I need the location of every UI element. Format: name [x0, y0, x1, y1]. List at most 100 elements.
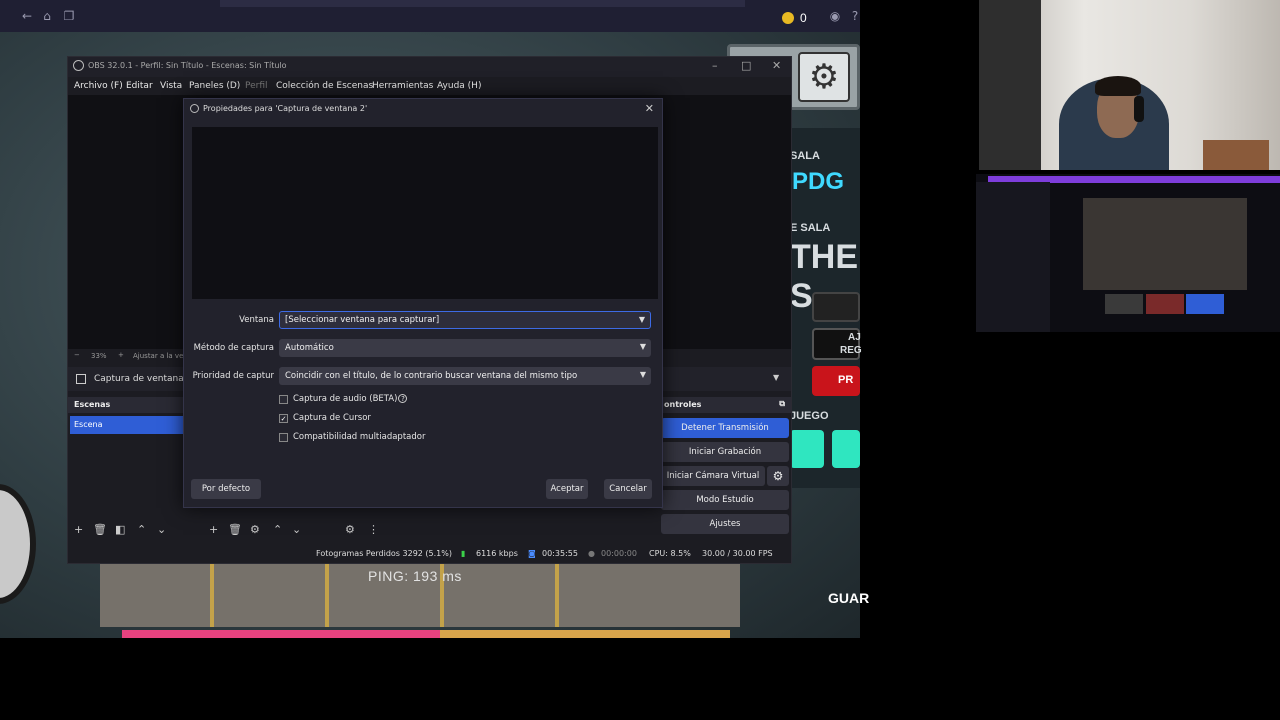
multiadapter-row[interactable]: Compatibilidad multiadaptador [279, 432, 479, 444]
stop-streaming-button[interactable]: Detener Transmisión [661, 418, 789, 438]
side-label: E SALA [790, 222, 831, 234]
capture-preview [192, 127, 658, 299]
stream-time: 00:35:55 [542, 549, 578, 558]
browser-topbar: ← ⌂ ❐ 0 ◉ ? [0, 0, 860, 32]
help-icon[interactable]: ? [398, 394, 408, 403]
menu-paneles[interactable]: Paneles (D) [189, 81, 240, 91]
close-icon[interactable]: ✕ [772, 59, 781, 72]
source-name: Captura de ventana 2 [94, 374, 193, 384]
back-arrow-icon[interactable]: ← [20, 9, 34, 23]
signal-icon: ▮ [461, 549, 466, 558]
webcam-feed [979, 0, 1280, 170]
menu-vista[interactable]: Vista [160, 81, 182, 91]
scene-item[interactable]: Escena [70, 416, 188, 434]
zoom-fit[interactable]: Ajustar a la ve [133, 352, 183, 360]
menu-archivo[interactable]: Archivo (F) [74, 81, 123, 91]
zoom-in-icon[interactable]: + [118, 351, 124, 359]
virtual-camera-gear-icon[interactable]: ⚙ [767, 466, 789, 486]
bottom-tools: + 🗑 ◧ ⌃ ⌄ + 🗑 ⚙ ⌃ ⌄ ⚙ ⋮ [68, 521, 791, 539]
audio-capture-checkbox[interactable] [279, 395, 288, 404]
help-icon[interactable]: ? [848, 9, 862, 23]
source-properties-icon[interactable]: ⚙ [250, 523, 260, 536]
window-capture-icon [76, 374, 86, 384]
source-down-icon[interactable]: ⌄ [292, 523, 301, 536]
capture-priority-select[interactable]: Coincidir con el título, de lo contrario… [279, 367, 651, 385]
add-scene-icon[interactable]: + [74, 523, 83, 536]
maximize-icon[interactable]: □ [741, 59, 751, 72]
obs-logo-icon [73, 60, 84, 71]
audio-settings-icon[interactable]: ⚙ [345, 523, 355, 536]
audio-capture-row[interactable]: Captura de audio (BETA)? [279, 394, 479, 406]
cursor-capture-checkbox[interactable]: ✓ [279, 414, 288, 423]
zoom-level: 33% [91, 352, 107, 360]
move-up-icon[interactable]: ⌃ [137, 523, 146, 536]
private-button[interactable]: PR [812, 366, 860, 396]
menu-perfil[interactable]: Perfil [245, 81, 268, 91]
menu-coleccion[interactable]: Colección de Escenas [276, 81, 373, 91]
record-icon: ● [588, 549, 595, 558]
capture-priority-label: Prioridad de captur [192, 371, 274, 381]
cursor-capture-label: Captura de Cursor [293, 413, 371, 423]
start-recording-button[interactable]: Iniciar Grabación [661, 442, 789, 462]
ping-text: PING: 193 ms [368, 568, 462, 584]
close-icon[interactable]: ✕ [645, 102, 654, 115]
home-icon[interactable]: ⌂ [40, 9, 54, 23]
move-down-icon[interactable]: ⌄ [157, 523, 166, 536]
menu-herramientas[interactable]: Herramientas [372, 81, 433, 91]
menu-editar[interactable]: Editar [126, 81, 153, 91]
dock-icon[interactable]: ⧉ [779, 399, 785, 409]
stream-icon: ◙ [528, 549, 536, 558]
side-label: JUEGO [790, 410, 829, 422]
cursor-capture-row[interactable]: ✓ Captura de Cursor [279, 413, 479, 425]
chevron-down-icon: ▼ [639, 342, 646, 351]
adjust-button[interactable]: AJ REG [812, 328, 862, 360]
capture-method-select[interactable]: Automático ▼ [279, 339, 651, 357]
obs-menubar: Archivo (F) Editar Vista Paneles (D) Per… [68, 77, 791, 95]
address-strip [220, 0, 745, 7]
dialog-title: Propiedades para 'Captura de ventana 2' [203, 104, 368, 113]
camera-icon[interactable] [1105, 294, 1143, 314]
start-virtual-camera-button[interactable]: Iniciar Cámara Virtual [661, 466, 765, 486]
coin-icon [782, 12, 794, 24]
capture-method-label: Método de captura [193, 343, 274, 353]
mini-sidebar [976, 182, 1050, 332]
obs-logo-icon [190, 104, 199, 113]
studio-mode-button[interactable]: Modo Estudio [661, 490, 789, 510]
chevron-down-icon[interactable]: ▼ [773, 373, 779, 382]
more-vertical-icon[interactable]: ⋮ [368, 523, 379, 536]
add-source-icon[interactable]: + [209, 523, 218, 536]
save-label: GUAR [828, 590, 870, 606]
trash-icon[interactable]: 🗑 [93, 523, 107, 536]
filter-icon[interactable]: ◧ [115, 523, 125, 536]
avatar[interactable] [1146, 294, 1184, 314]
fps: 30.00 / 30.00 FPS [702, 549, 773, 558]
zoom-out-icon[interactable]: − [74, 351, 80, 359]
chevron-down-icon: ▼ [639, 370, 646, 379]
room-code: PDG [792, 168, 845, 195]
source-up-icon[interactable]: ⌃ [273, 523, 282, 536]
minimize-icon[interactable]: – [712, 59, 718, 72]
remove-source-icon[interactable]: 🗑 [228, 523, 242, 536]
mini-screen [976, 174, 1280, 332]
audio-wave-icon[interactable] [1186, 294, 1224, 314]
dropped-frames: Fotogramas Perdidos 3292 (5.1%) [316, 549, 452, 558]
gear-icon[interactable]: ⚙ [798, 52, 850, 102]
status-bar: Fotogramas Perdidos 3292 (5.1%) ▮ 6116 k… [68, 545, 791, 563]
menu-ayuda[interactable]: Ayuda (H) [437, 81, 481, 91]
cancel-button[interactable]: Cancelar [604, 479, 652, 499]
audio-capture-label: Captura de audio (BETA) [293, 394, 398, 404]
obs-titlebar: OBS 32.0.1 - Perfil: Sin Título - Escena… [68, 57, 791, 77]
player-button[interactable] [812, 292, 860, 322]
play-button-2[interactable] [832, 430, 860, 468]
scenes-header: Escenas [68, 397, 188, 413]
window-select[interactable]: [Seleccionar ventana para capturar] ▼ [279, 311, 651, 329]
ok-button[interactable]: Aceptar [546, 479, 588, 499]
user-icon[interactable]: ◉ [828, 9, 842, 23]
play-button[interactable] [790, 430, 824, 468]
tabs-icon[interactable]: ❐ [62, 9, 76, 23]
multiadapter-label: Compatibilidad multiadaptador [293, 432, 426, 442]
side-label: SALA [790, 150, 820, 162]
multiadapter-checkbox[interactable] [279, 433, 288, 442]
properties-dialog: Propiedades para 'Captura de ventana 2' … [183, 98, 663, 508]
defaults-button[interactable]: Por defecto [191, 479, 261, 499]
